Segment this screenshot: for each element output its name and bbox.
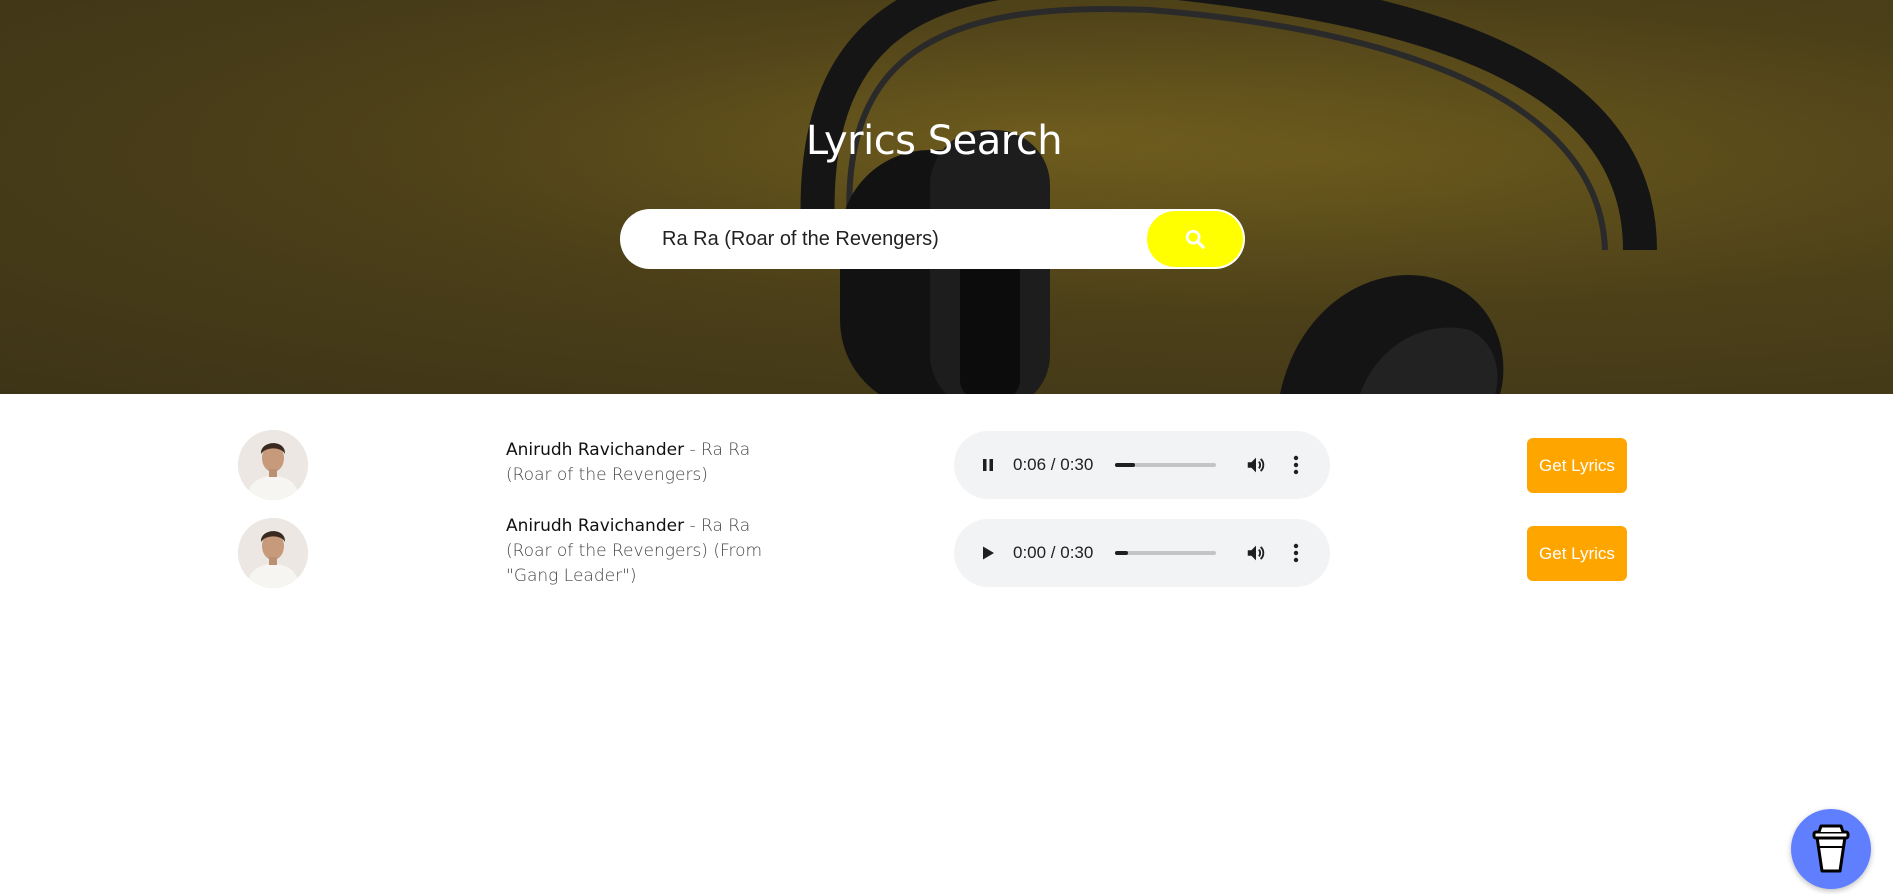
pause-button[interactable]: [976, 453, 1000, 477]
title-separator: -: [684, 440, 702, 460]
volume-button[interactable]: [1244, 453, 1268, 477]
play-icon: [983, 546, 994, 560]
song-info: Anirudh Ravichander - Ra Ra (Roar of the…: [506, 514, 776, 589]
artist-name: Anirudh Ravichander: [506, 440, 685, 460]
artist-name: Anirudh Ravichander: [506, 516, 685, 536]
artist-avatar: [238, 430, 308, 500]
more-options-button[interactable]: [1284, 541, 1308, 565]
volume-button[interactable]: [1244, 541, 1268, 565]
audio-player[interactable]: 0:06 / 0:30: [954, 431, 1330, 499]
seek-progress: [1115, 463, 1135, 467]
buy-me-a-coffee-button[interactable]: [1791, 809, 1871, 889]
audio-player[interactable]: 0:00 / 0:30: [954, 519, 1330, 587]
pause-icon: [983, 459, 993, 471]
search-button[interactable]: [1147, 211, 1243, 267]
seek-progress: [1115, 551, 1128, 555]
more-options-button[interactable]: [1284, 453, 1308, 477]
more-vertical-icon: [1293, 543, 1299, 563]
seek-bar[interactable]: [1115, 463, 1216, 467]
time-display: 0:06 / 0:30: [1013, 455, 1094, 474]
search-icon: [1185, 229, 1205, 249]
artist-avatar: [238, 518, 308, 588]
title-separator: -: [684, 516, 702, 536]
get-lyrics-button[interactable]: Get Lyrics: [1527, 438, 1627, 493]
coffee-cup-icon: [1812, 824, 1850, 873]
volume-icon: [1247, 545, 1265, 561]
time-display: 0:00 / 0:30: [1013, 543, 1094, 562]
seek-bar[interactable]: [1115, 551, 1216, 555]
more-vertical-icon: [1293, 455, 1299, 475]
play-button[interactable]: [976, 541, 1000, 565]
song-info: Anirudh Ravichander - Ra Ra (Roar of the…: [506, 438, 776, 488]
headphones-background-image: [0, 0, 1893, 394]
search-input[interactable]: [662, 209, 1122, 269]
volume-icon: [1247, 457, 1265, 473]
search-bar: [620, 209, 1245, 269]
hero-banner: Lyrics Search: [0, 0, 1893, 394]
page-title: Lyrics Search: [805, 118, 1063, 164]
get-lyrics-button[interactable]: Get Lyrics: [1527, 526, 1627, 581]
